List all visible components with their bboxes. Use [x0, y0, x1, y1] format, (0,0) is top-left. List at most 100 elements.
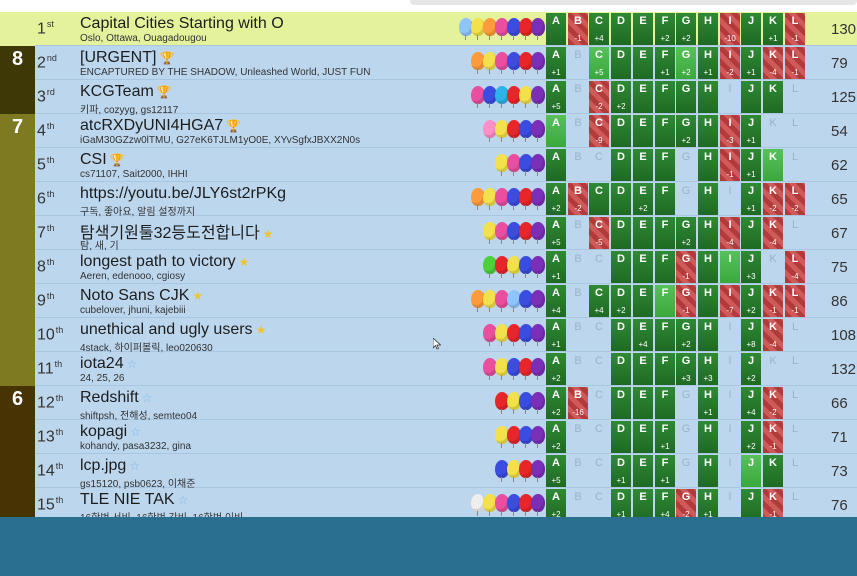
problem-cell-f[interactable]: F	[655, 115, 675, 147]
problem-cell-j[interactable]: J	[741, 217, 761, 249]
problem-cell-d[interactable]: D	[611, 217, 631, 249]
problem-cell-e[interactable]: E	[633, 421, 653, 453]
problem-cell-b[interactable]: B	[568, 115, 588, 147]
problem-cell-l[interactable]: L	[785, 387, 805, 419]
team-name[interactable]: longest path to victory ★	[80, 253, 249, 271]
problem-cell-i[interactable]: I -3	[720, 115, 740, 147]
problem-cell-b[interactable]: B	[568, 353, 588, 385]
problem-cell-l[interactable]: L	[785, 489, 805, 517]
problem-cell-a[interactable]: A	[546, 13, 566, 45]
problem-cell-b[interactable]: B	[568, 285, 588, 317]
problem-cell-i[interactable]: I -4	[720, 217, 740, 249]
problem-cell-c[interactable]: C	[589, 251, 609, 283]
problem-cell-e[interactable]: E	[633, 251, 653, 283]
problem-cell-l[interactable]: L -1	[785, 13, 805, 45]
problem-cell-a[interactable]: A	[546, 115, 566, 147]
problem-cell-j[interactable]: J	[741, 489, 761, 517]
problem-cell-e[interactable]: E +2	[633, 183, 653, 215]
problem-cell-l[interactable]: L -4	[785, 251, 805, 283]
problem-cell-e[interactable]: E	[633, 455, 653, 487]
problem-cell-g[interactable]: G +2	[676, 319, 696, 351]
problem-cell-j[interactable]: J +3	[741, 251, 761, 283]
problem-cell-h[interactable]: H	[698, 217, 718, 249]
problem-cell-e[interactable]: E	[633, 285, 653, 317]
problem-cell-f[interactable]: F +2	[655, 13, 675, 45]
problem-cell-d[interactable]: D	[611, 387, 631, 419]
problem-cell-f[interactable]: F	[655, 285, 675, 317]
problem-cell-b[interactable]: B	[568, 251, 588, 283]
problem-cell-d[interactable]: D +1	[611, 455, 631, 487]
team-name[interactable]: lcp.jpg ☆	[80, 457, 140, 475]
problem-cell-l[interactable]: L	[785, 421, 805, 453]
problem-cell-g[interactable]: G	[676, 81, 696, 113]
team-name[interactable]: https://youtu.be/JLY6st2rPKg	[80, 185, 286, 203]
problem-cell-g[interactable]: G -1	[676, 251, 696, 283]
problem-cell-d[interactable]: D	[611, 183, 631, 215]
team-name[interactable]: unethical and ugly users ★	[80, 321, 266, 339]
problem-cell-a[interactable]: A	[546, 149, 566, 181]
problem-cell-e[interactable]: E	[633, 149, 653, 181]
problem-cell-h[interactable]: H	[698, 251, 718, 283]
team-name[interactable]: KCGTeam 🏆	[80, 83, 172, 101]
problem-cell-j[interactable]: J +1	[741, 149, 761, 181]
problem-cell-i[interactable]: I	[720, 421, 740, 453]
problem-cell-d[interactable]: D	[611, 319, 631, 351]
problem-cell-f[interactable]: F	[655, 387, 675, 419]
problem-cell-h[interactable]: H	[698, 319, 718, 351]
problem-cell-i[interactable]: I	[720, 319, 740, 351]
problem-cell-k[interactable]: K -2	[763, 387, 783, 419]
problem-cell-b[interactable]: B	[568, 149, 588, 181]
problem-cell-a[interactable]: A +5	[546, 217, 566, 249]
problem-cell-h[interactable]: H	[698, 149, 718, 181]
problem-cell-c[interactable]: C +4	[589, 13, 609, 45]
problem-cell-k[interactable]: K -2	[763, 183, 783, 215]
team-name[interactable]: CSI 🏆	[80, 151, 125, 169]
problem-cell-d[interactable]: D +2	[611, 81, 631, 113]
problem-cell-a[interactable]: A +5	[546, 455, 566, 487]
problem-cell-k[interactable]: K	[763, 353, 783, 385]
problem-cell-l[interactable]: L	[785, 455, 805, 487]
problem-cell-j[interactable]: J	[741, 455, 761, 487]
problem-cell-i[interactable]: I	[720, 489, 740, 517]
problem-cell-e[interactable]: E	[633, 47, 653, 79]
problem-cell-b[interactable]: B -2	[568, 183, 588, 215]
problem-cell-l[interactable]: L -1	[785, 47, 805, 79]
problem-cell-l[interactable]: L	[785, 319, 805, 351]
problem-cell-h[interactable]: H +1	[698, 47, 718, 79]
problem-cell-b[interactable]: B	[568, 47, 588, 79]
problem-cell-a[interactable]: A +2	[546, 387, 566, 419]
problem-cell-d[interactable]: D	[611, 421, 631, 453]
problem-cell-h[interactable]: H	[698, 421, 718, 453]
problem-cell-k[interactable]: K -4	[763, 319, 783, 351]
team-name[interactable]: Redshift ☆	[80, 389, 152, 407]
problem-cell-a[interactable]: A +2	[546, 489, 566, 517]
problem-cell-c[interactable]: C	[589, 489, 609, 517]
problem-cell-a[interactable]: A +1	[546, 319, 566, 351]
problem-cell-b[interactable]: B	[568, 421, 588, 453]
problem-cell-i[interactable]: I	[720, 183, 740, 215]
problem-cell-h[interactable]: H	[698, 183, 718, 215]
problem-cell-c[interactable]: C	[589, 353, 609, 385]
problem-cell-g[interactable]: G +2	[676, 47, 696, 79]
problem-cell-k[interactable]: K	[763, 455, 783, 487]
problem-cell-d[interactable]: D +1	[611, 489, 631, 517]
problem-cell-h[interactable]: H +3	[698, 353, 718, 385]
problem-cell-d[interactable]: D	[611, 353, 631, 385]
problem-cell-h[interactable]: H	[698, 115, 718, 147]
problem-cell-j[interactable]: J +2	[741, 353, 761, 385]
problem-cell-g[interactable]: G +3	[676, 353, 696, 385]
problem-cell-d[interactable]: D	[611, 115, 631, 147]
problem-cell-j[interactable]: J +8	[741, 319, 761, 351]
problem-cell-a[interactable]: A +1	[546, 251, 566, 283]
team-name[interactable]: iota24 ☆	[80, 355, 137, 373]
problem-cell-d[interactable]: D	[611, 13, 631, 45]
problem-cell-g[interactable]: G -1	[676, 285, 696, 317]
problem-cell-i[interactable]: I -7	[720, 285, 740, 317]
problem-cell-f[interactable]: F	[655, 251, 675, 283]
problem-cell-i[interactable]: I -10	[720, 13, 740, 45]
problem-cell-h[interactable]: H	[698, 13, 718, 45]
problem-cell-j[interactable]: J +1	[741, 47, 761, 79]
problem-cell-e[interactable]: E	[633, 81, 653, 113]
problem-cell-c[interactable]: C	[589, 455, 609, 487]
problem-cell-f[interactable]: F	[655, 353, 675, 385]
